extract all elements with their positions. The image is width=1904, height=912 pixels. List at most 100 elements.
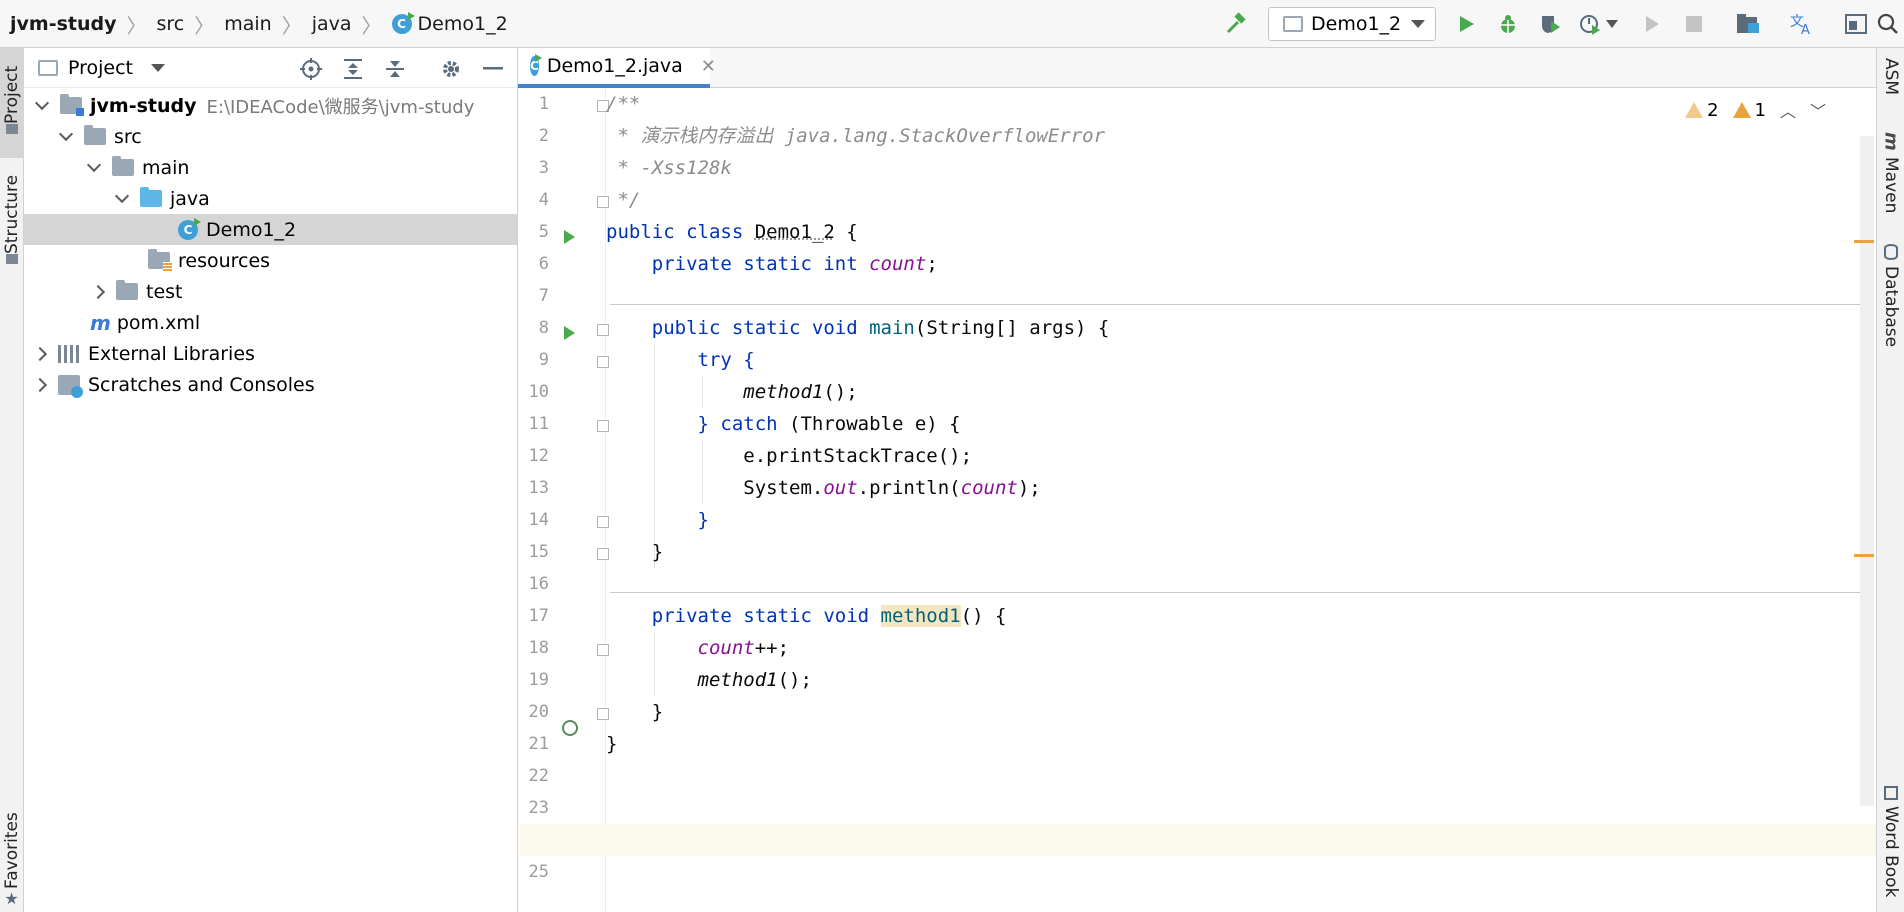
- chevron-down-icon[interactable]: [114, 188, 130, 207]
- breadcrumb-file[interactable]: C Demo1_2: [391, 12, 508, 35]
- next-highlight-chevron-down-icon[interactable]: ﹀: [1810, 98, 1826, 122]
- tab-maven-tool-window[interactable]: m Maven: [1879, 132, 1903, 213]
- tree-node-label: Scratches and Consoles: [88, 373, 315, 396]
- tree-node-label: main: [142, 156, 190, 179]
- folder-icon: [6, 124, 18, 135]
- hide-panel-minus-icon[interactable]: [480, 56, 506, 82]
- more-run-options-chevron-icon[interactable]: [1604, 10, 1620, 38]
- tree-node-scratches[interactable]: Scratches and Consoles: [24, 369, 517, 400]
- line-number: 3: [538, 158, 549, 178]
- tab-project-label: Project: [2, 65, 22, 125]
- navigation-bar: jvm-study 〉 src 〉 main 〉 java 〉 C Demo1_…: [0, 0, 1904, 48]
- line-number: 8: [538, 318, 549, 338]
- current-line-highlight: [518, 824, 1876, 856]
- tree-node-pom-xml[interactable]: m pom.xml: [24, 307, 517, 338]
- editor-tab-bar: C Demo1_2.java ✕: [518, 48, 1876, 88]
- window-layout-icon[interactable]: [1842, 10, 1870, 38]
- line-number: 4: [538, 190, 549, 210]
- code-area[interactable]: /** * 演示栈内存溢出 java.lang.StackOverflowErr…: [518, 88, 1876, 912]
- tree-node-label: Demo1_2: [206, 218, 297, 241]
- chevron-right-icon[interactable]: [90, 284, 106, 300]
- java-class-icon: C: [178, 217, 201, 240]
- tree-node-src[interactable]: src: [24, 121, 517, 152]
- select-opened-file-icon[interactable]: [298, 56, 324, 82]
- warnings-indicator[interactable]: 2: [1685, 99, 1719, 121]
- code-line-8: public static void main(String[] args) {: [606, 317, 1110, 339]
- tab-project-tool-window[interactable]: Project: [0, 48, 24, 158]
- tree-node-demo1-2[interactable]: C Demo1_2: [24, 214, 517, 245]
- build-hammer-icon[interactable]: [1222, 10, 1250, 38]
- inspection-widget[interactable]: 2 1 ︿ ﹀: [1685, 98, 1826, 122]
- line-number: 1: [538, 94, 549, 114]
- error-stripe-marker[interactable]: [1854, 240, 1874, 243]
- collapse-all-icon[interactable]: [382, 56, 408, 82]
- stop-icon[interactable]: [1680, 10, 1708, 38]
- profiler-icon[interactable]: [1576, 10, 1604, 38]
- expand-all-icon[interactable]: [340, 56, 366, 82]
- tree-node-label: jvm-study: [90, 94, 197, 117]
- tab-structure-label: Structure: [2, 174, 22, 254]
- tree-node-test[interactable]: test: [24, 276, 517, 307]
- gear-icon[interactable]: [438, 56, 464, 82]
- line-number: 21: [528, 734, 549, 754]
- breadcrumb-src[interactable]: src: [157, 13, 185, 35]
- code-line-15: }: [606, 541, 664, 563]
- tab-demo1-2-java[interactable]: C Demo1_2.java ✕: [518, 48, 716, 88]
- warnings-count: 2: [1707, 99, 1719, 121]
- chevron-down-icon: [1411, 20, 1425, 28]
- breadcrumb-java[interactable]: java: [312, 13, 352, 35]
- tab-structure-tool-window[interactable]: Structure: [0, 166, 24, 278]
- project-view-selector[interactable]: Project: [38, 56, 166, 79]
- vertical-scrollbar[interactable]: [1860, 136, 1874, 806]
- tree-node-external-libraries[interactable]: External Libraries: [24, 338, 517, 369]
- close-icon[interactable]: ✕: [701, 56, 716, 77]
- breadcrumb-project[interactable]: jvm-study: [10, 13, 117, 35]
- method-separator: [610, 592, 1872, 593]
- tab-word-book-tool-window[interactable]: Word Book: [1879, 786, 1903, 897]
- code-line-1: /**: [606, 93, 641, 115]
- run-gutter-icon[interactable]: [564, 326, 575, 340]
- previous-highlight-chevron-up-icon[interactable]: ︿: [1780, 98, 1796, 122]
- scratches-icon: [58, 374, 83, 398]
- tab-word-book-label: Word Book: [1881, 806, 1901, 898]
- error-stripe-marker[interactable]: [1854, 554, 1874, 557]
- line-number: 9: [538, 350, 549, 370]
- tree-node-java[interactable]: java: [24, 183, 517, 214]
- project-structure-icon[interactable]: [1734, 10, 1762, 38]
- chevron-right-icon[interactable]: [32, 346, 48, 362]
- tab-database-tool-window[interactable]: Database: [1879, 244, 1903, 347]
- tab-asm-label: ASM: [1881, 58, 1901, 96]
- run-icon[interactable]: [1452, 10, 1480, 38]
- attach-debugger-icon[interactable]: [1638, 10, 1666, 38]
- code-line-9: try {: [606, 349, 755, 371]
- folder-icon: [112, 156, 134, 176]
- tree-node-resources[interactable]: resources: [24, 245, 517, 276]
- line-number: 20: [528, 702, 549, 722]
- search-icon[interactable]: [1874, 10, 1902, 38]
- code-line-14: }: [606, 509, 709, 531]
- run-gutter-icon[interactable]: [564, 230, 575, 244]
- tab-favorites-tool-window[interactable]: ★ Favorites: [0, 808, 24, 912]
- chevron-down-icon[interactable]: [86, 157, 102, 176]
- project-panel-title: Project: [68, 56, 134, 79]
- run-configuration-select[interactable]: Demo1_2: [1268, 7, 1436, 41]
- tab-asm-tool-window[interactable]: ASM: [1879, 58, 1903, 95]
- tree-node-main[interactable]: main: [24, 152, 517, 183]
- editor-gutter[interactable]: 1 2 3 4 5 6 7 8 9 10 11 12 13 14 15 16 1…: [518, 88, 609, 912]
- library-icon: [58, 344, 80, 363]
- method-separator: [610, 304, 1872, 305]
- breadcrumb-separator: 〉: [281, 13, 302, 38]
- chevron-down-icon[interactable]: [58, 126, 74, 145]
- weak-warnings-indicator[interactable]: 1: [1732, 100, 1766, 121]
- tree-node-jvm-study[interactable]: jvm-study E:\IDEACode\微服务\jvm-study: [24, 90, 517, 121]
- book-icon: [1884, 786, 1898, 800]
- breadcrumb-separator: 〉: [361, 13, 382, 38]
- debug-bug-icon[interactable]: [1494, 10, 1522, 38]
- chevron-down-icon[interactable]: [34, 95, 50, 114]
- line-number: 17: [528, 606, 549, 626]
- breadcrumb-separator: 〉: [126, 13, 147, 38]
- breadcrumb-main[interactable]: main: [224, 13, 271, 35]
- run-with-coverage-icon[interactable]: [1536, 10, 1564, 38]
- chevron-right-icon[interactable]: [32, 377, 48, 393]
- translate-icon[interactable]: 文A: [1788, 10, 1816, 38]
